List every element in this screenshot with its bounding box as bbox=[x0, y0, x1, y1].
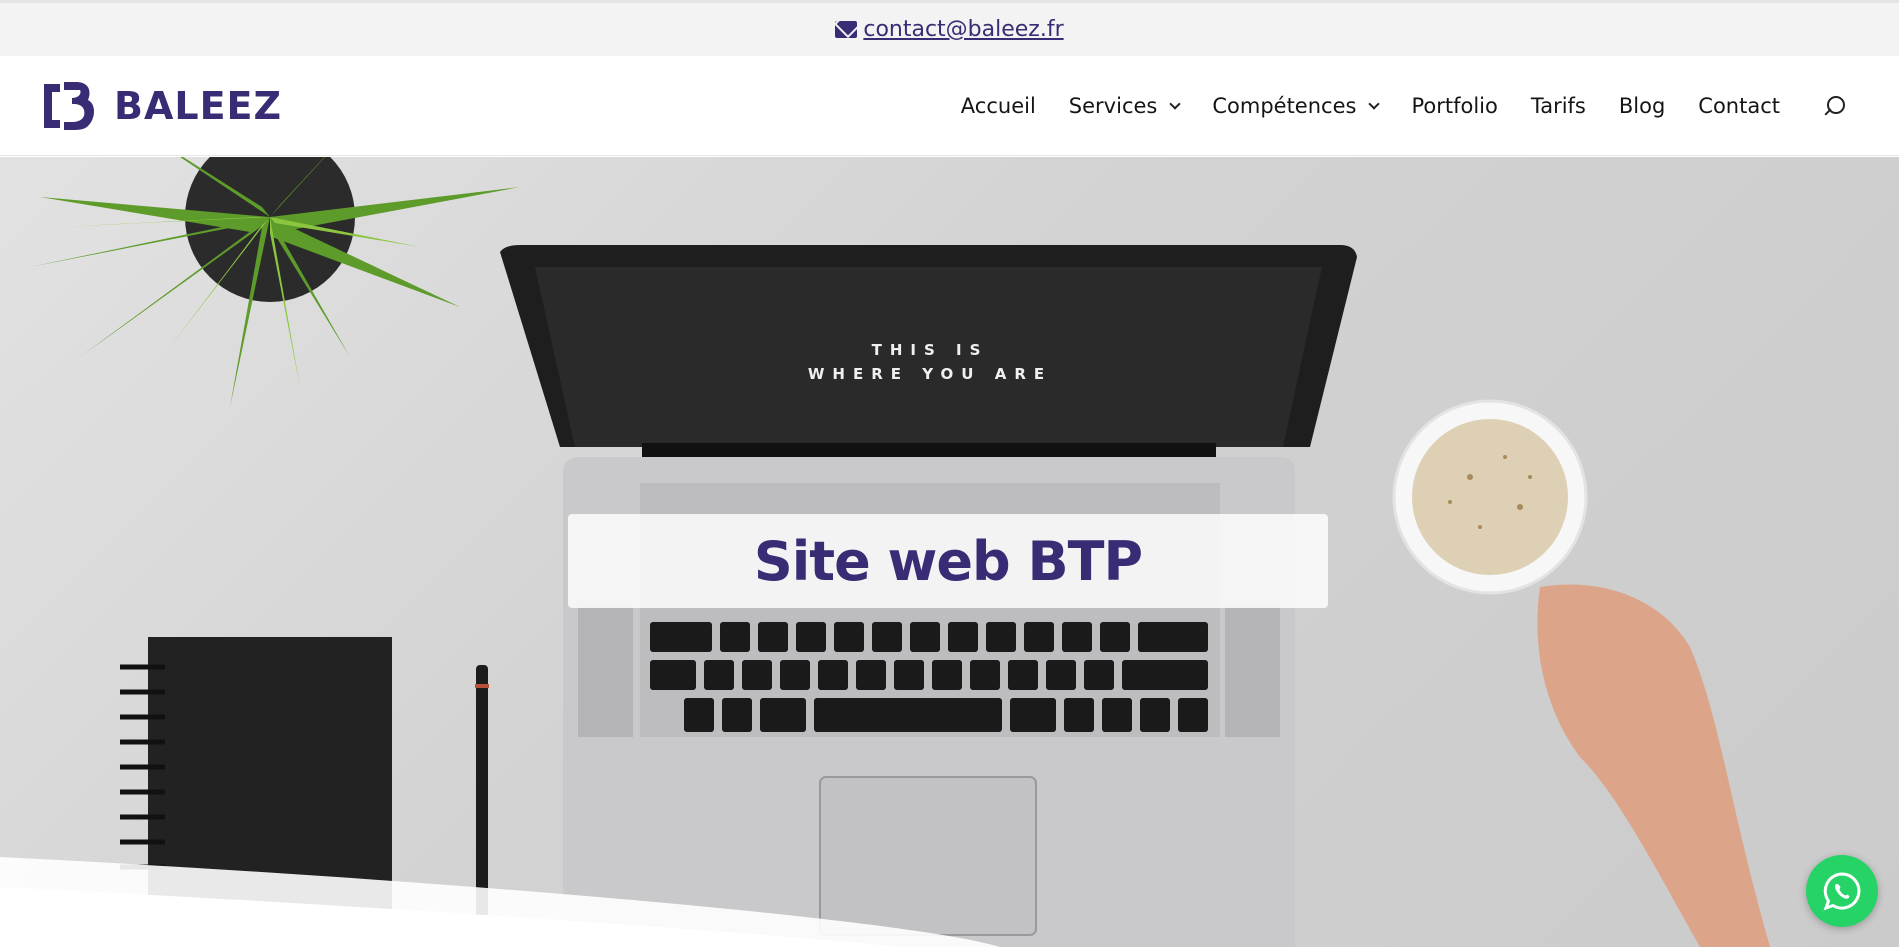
whatsapp-button[interactable] bbox=[1806, 855, 1878, 927]
envelope-icon bbox=[835, 21, 858, 38]
nav-item-services[interactable]: Services bbox=[1068, 94, 1182, 118]
chevron-down-icon bbox=[1169, 98, 1182, 110]
nav-item-contact[interactable]: Contact bbox=[1698, 94, 1780, 118]
nav-item-label: Accueil bbox=[960, 94, 1036, 118]
nav-item-label: Portfolio bbox=[1411, 94, 1498, 118]
whatsapp-icon bbox=[1823, 872, 1861, 911]
nav-item-label: Blog bbox=[1618, 94, 1666, 118]
nav-item-label: Contact bbox=[1698, 94, 1780, 118]
main-nav: Accueil Services Compétences Portfolio T… bbox=[961, 56, 1845, 156]
hero-title-box: Site web BTP bbox=[568, 514, 1328, 608]
hero-banner: THIS IS WHERE YOU ARE Site web BTP bbox=[0, 157, 1899, 947]
top-contact-bar: contact@baleez.fr bbox=[0, 0, 1899, 56]
site-header: BALEEZ Accueil Services Compétences Port… bbox=[0, 56, 1899, 156]
chevron-down-icon bbox=[1368, 98, 1381, 110]
nav-item-blog[interactable]: Blog bbox=[1619, 94, 1665, 118]
nav-item-accueil[interactable]: Accueil bbox=[961, 94, 1036, 118]
nav-item-portfolio[interactable]: Portfolio bbox=[1411, 94, 1497, 118]
contact-email-link[interactable]: contact@baleez.fr bbox=[835, 17, 1064, 42]
search-icon[interactable] bbox=[1821, 94, 1845, 118]
baleez-logo-icon bbox=[44, 82, 94, 130]
site-logo[interactable]: BALEEZ bbox=[40, 78, 282, 134]
nav-item-tarifs[interactable]: Tarifs bbox=[1531, 94, 1586, 118]
plant-illustration bbox=[30, 157, 520, 407]
hero-title: Site web BTP bbox=[753, 529, 1143, 593]
hand-illustration bbox=[1537, 584, 1770, 947]
nav-item-label: Services bbox=[1068, 94, 1158, 118]
screen-text-line1: THIS IS bbox=[872, 341, 989, 359]
pen-illustration bbox=[475, 665, 489, 920]
nav-item-label: Tarifs bbox=[1530, 94, 1586, 118]
nav-item-competences[interactable]: Compétences bbox=[1212, 94, 1381, 118]
screen-text-line2: WHERE YOU ARE bbox=[808, 365, 1052, 383]
nav-item-label: Compétences bbox=[1212, 94, 1357, 118]
coffee-cup-illustration bbox=[1392, 399, 1588, 595]
contact-email-text: contact@baleez.fr bbox=[863, 17, 1064, 42]
logo-wordmark: BALEEZ bbox=[114, 84, 283, 128]
